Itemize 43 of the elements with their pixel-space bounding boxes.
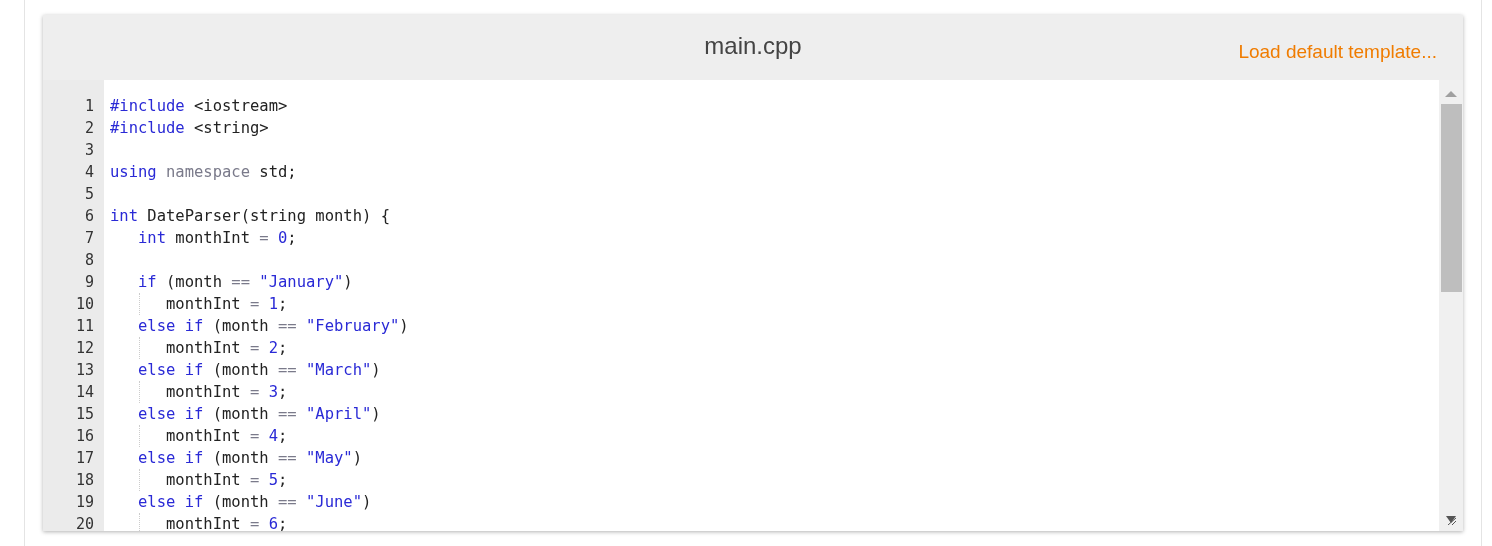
line-number: 14 [75,383,94,401]
code-line: else if (month == "June") [137,493,372,511]
line-number: 19 [75,493,94,511]
line-number: 4 [84,163,94,181]
code-line: #include <iostream> [110,97,288,115]
line-number: 3 [84,141,94,159]
line-number: 8 [84,251,94,269]
resize-grip-icon[interactable] [1445,515,1457,525]
scroll-up-icon[interactable] [1445,90,1457,97]
code-line: if (month == "January") [137,273,353,291]
line-number: 13 [75,361,94,379]
code-line: int DateParser(string month) { [110,207,390,225]
line-number: 9 [84,273,94,291]
line-number: 1 [84,97,94,115]
line-number: 12 [75,339,94,357]
code-line: monthInt = 6; [165,515,288,531]
code-line: monthInt = 3; [165,383,288,401]
line-number: 16 [75,427,94,445]
file-title: main.cpp [704,31,802,60]
line-number: 5 [84,185,94,203]
line-number: 7 [84,229,94,247]
scrollbar[interactable] [1439,80,1463,531]
code-line: #include <string> [110,119,269,137]
line-number: 6 [84,207,94,225]
code-line: monthInt = 1; [165,295,288,313]
line-number: 20 [75,515,94,531]
code-line: using namespace std; [110,163,297,181]
code-line: monthInt = 2; [165,339,288,357]
line-number: 15 [75,405,94,423]
code-line: else if (month == "March") [137,361,381,379]
line-number: 2 [84,119,94,137]
line-number: 10 [75,295,94,313]
scrollbar-thumb[interactable] [1440,104,1462,292]
line-number: 11 [75,317,94,335]
line-number: 18 [75,471,94,489]
code-line: int monthInt = 0; [137,229,297,247]
code-line: monthInt = 5; [165,471,288,489]
code-line: else if (month == "February") [137,317,409,335]
code-line: else if (month == "May") [137,449,362,467]
load-template-link[interactable]: Load default template... [1238,41,1437,63]
code-line: else if (month == "April") [137,405,381,423]
line-number: 17 [75,449,94,467]
code-line: monthInt = 4; [165,427,288,445]
